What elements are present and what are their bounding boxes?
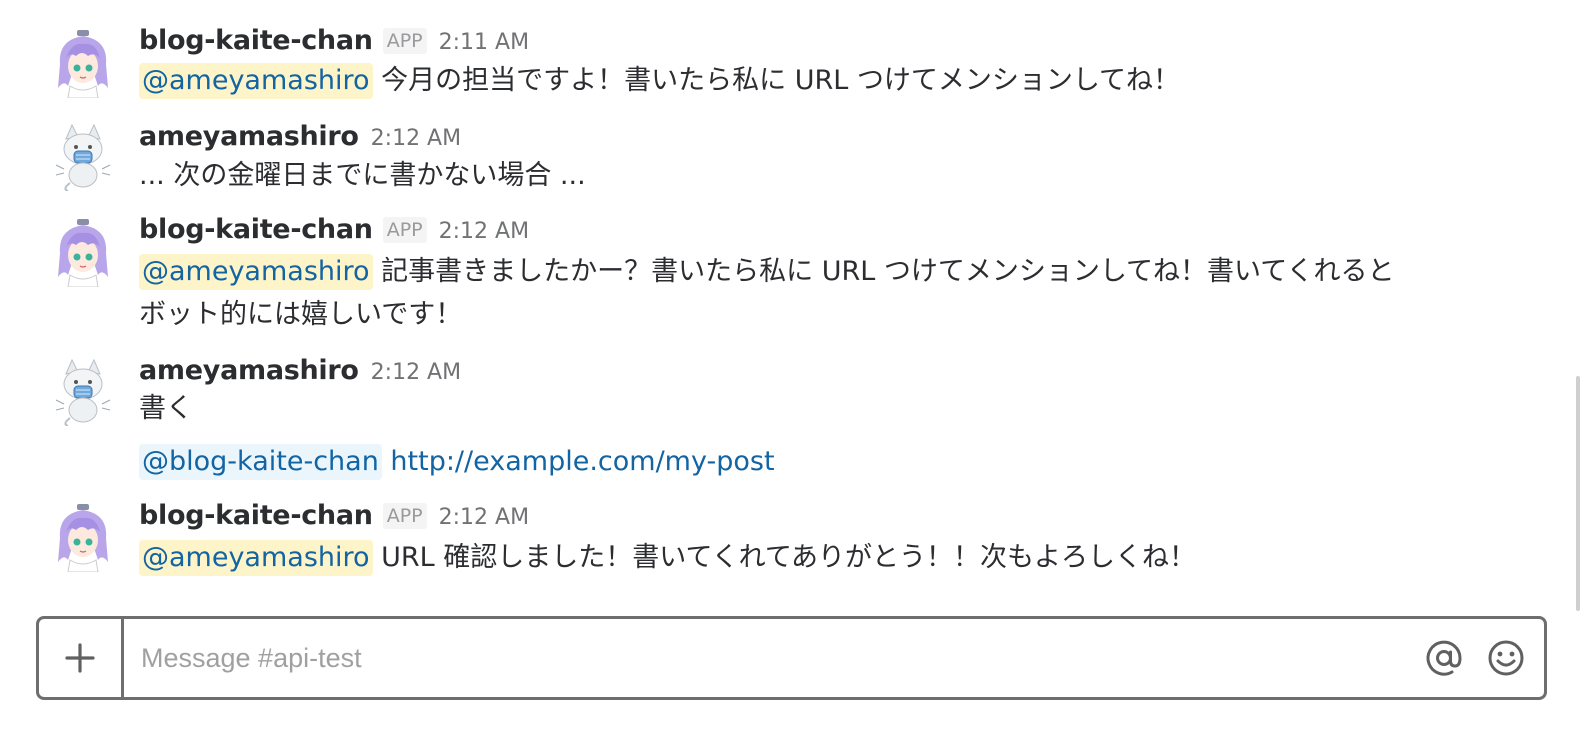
sender-name[interactable]: ameyamashiro (139, 355, 359, 386)
sender-name[interactable]: ameyamashiro (139, 121, 359, 152)
message-text: 今月の担当ですよ！書いたら私に URL つけてメンションしてね！ (381, 65, 1181, 96)
app-badge: APP (382, 503, 427, 529)
message-header: blog-kaite-chan APP 2:12 AM (139, 213, 529, 247)
at-sign-icon (1426, 640, 1462, 676)
bot-avatar[interactable] (52, 28, 114, 99)
message-composer (36, 616, 1547, 700)
app-badge: APP (382, 28, 427, 54)
sender-name[interactable]: blog-kaite-chan (139, 214, 373, 245)
sender-name[interactable]: blog-kaite-chan (139, 25, 373, 56)
attach-button[interactable] (39, 619, 124, 697)
timestamp[interactable]: 2:12 AM (371, 360, 461, 385)
post-link[interactable]: http://example.com/my-post (390, 446, 774, 477)
anime-girl-avatar-icon (58, 504, 108, 573)
message-body: ... 次の金曜日までに書かない場合 ... (139, 154, 1499, 197)
bot-avatar[interactable] (52, 217, 114, 288)
sender-name[interactable]: blog-kaite-chan (139, 500, 373, 531)
user-mention[interactable]: @ameyamashiro (139, 254, 373, 290)
bot-avatar[interactable] (52, 502, 114, 573)
message-text: 書く (139, 393, 193, 424)
message-body: 書く (139, 387, 1499, 430)
timestamp[interactable]: 2:12 AM (439, 219, 529, 244)
message-line: @ameyamashiro 記事書きましたかー？書いたら私に URL つけてメン… (139, 250, 1499, 293)
message-header: blog-kaite-chan APP 2:11 AM (139, 24, 529, 58)
emoji-button[interactable] (1485, 637, 1527, 679)
message-body: @ameyamashiro 記事書きましたかー？書いたら私に URL つけてメン… (139, 250, 1499, 336)
message-input[interactable] (141, 619, 1401, 697)
smiley-icon (1488, 640, 1524, 676)
timestamp[interactable]: 2:11 AM (439, 30, 529, 55)
message-text: ... 次の金曜日までに書かない場合 ... (139, 160, 586, 191)
message-text: 記事書きましたかー？書いたら私に URL つけてメンションしてね！書いてくれると (381, 256, 1395, 287)
cat-avatar-icon (55, 358, 111, 427)
message-header: blog-kaite-chan APP 2:12 AM (139, 499, 529, 533)
bot-mention[interactable]: @blog-kaite-chan (139, 444, 382, 480)
mention-button[interactable] (1423, 637, 1465, 679)
message-body: @ameyamashiro 今月の担当ですよ！書いたら私に URL つけてメンシ… (139, 59, 1499, 102)
timestamp[interactable]: 2:12 AM (371, 126, 461, 151)
app-badge: APP (382, 217, 427, 243)
message-text-continued: ボット的には嬉しいです！ (139, 299, 463, 330)
message-body: @ameyamashiro URL 確認しました！書いてくれてありがとう！！次も… (139, 536, 1499, 579)
plus-icon (65, 643, 95, 673)
user-mention[interactable]: @ameyamashiro (139, 540, 373, 576)
message-text: URL 確認しました！書いてくれてありがとう！！次もよろしくね！ (381, 542, 1197, 573)
message-body: @blog-kaite-chan http://example.com/my-p… (139, 440, 1499, 483)
scrollbar[interactable] (1576, 376, 1580, 611)
anime-girl-avatar-icon (58, 30, 108, 99)
timestamp[interactable]: 2:12 AM (439, 505, 529, 530)
message-header: ameyamashiro 2:12 AM (139, 354, 461, 388)
user-mention[interactable]: @ameyamashiro (139, 63, 373, 99)
user-avatar[interactable] (52, 356, 114, 427)
message-header: ameyamashiro 2:12 AM (139, 120, 461, 154)
anime-girl-avatar-icon (58, 219, 108, 288)
cat-avatar-icon (55, 123, 111, 192)
user-avatar[interactable] (52, 121, 114, 192)
